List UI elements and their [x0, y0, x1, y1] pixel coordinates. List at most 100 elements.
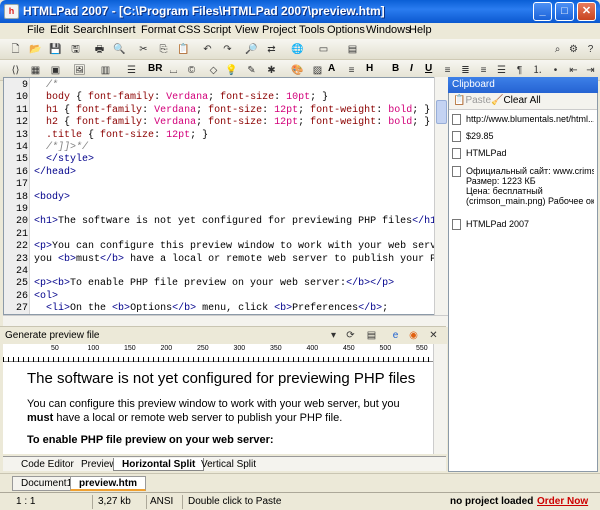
- color-icon[interactable]: 🎨: [290, 63, 305, 78]
- menu-file[interactable]: File: [24, 24, 48, 36]
- italic-button[interactable]: I: [410, 63, 413, 74]
- code-line[interactable]: /*]]>*/: [34, 142, 88, 154]
- bulb-icon[interactable]: 💡: [224, 63, 239, 78]
- save-icon[interactable]: 💾: [48, 42, 63, 57]
- pilcrow-icon[interactable]: ¶: [512, 63, 527, 78]
- menu-format[interactable]: Format: [138, 24, 179, 36]
- code-line[interactable]: h2 { font-family: Verdana; font-size: 12…: [34, 117, 430, 129]
- copyright-icon[interactable]: ©: [184, 63, 199, 78]
- zoom-icon[interactable]: ⌕: [550, 42, 565, 57]
- find-icon[interactable]: 🔎: [244, 42, 259, 57]
- preview-mode-label[interactable]: Generate preview file: [5, 330, 100, 341]
- preview-pane[interactable]: The software is not yet configured for p…: [3, 362, 433, 454]
- menu-script[interactable]: Script: [200, 24, 234, 36]
- code-line[interactable]: body { font-family: Verdana; font-size: …: [34, 92, 328, 104]
- menu-edit[interactable]: Edit: [47, 24, 72, 36]
- list-icon[interactable]: ☰: [124, 63, 139, 78]
- cut-icon[interactable]: ✂: [136, 42, 151, 57]
- save-all-icon[interactable]: 🖫: [68, 42, 83, 57]
- br-button[interactable]: BR: [148, 63, 162, 74]
- refresh-icon[interactable]: ⟳: [343, 328, 358, 343]
- code-line[interactable]: .title { font-size: 12pt; }: [34, 130, 208, 142]
- print-icon[interactable]: 🖶: [92, 42, 107, 57]
- nbsp-icon[interactable]: ⌴: [166, 63, 181, 78]
- copy-icon[interactable]: ⎘: [156, 42, 171, 57]
- paragraph-icon[interactable]: ≡: [344, 63, 359, 78]
- open-folder-icon[interactable]: 📂: [28, 42, 43, 57]
- maximize-button[interactable]: □: [555, 2, 574, 21]
- editor-scroll-thumb[interactable]: [436, 100, 447, 124]
- pen-icon[interactable]: ✎: [244, 63, 259, 78]
- outdent-icon[interactable]: ⇤: [566, 63, 581, 78]
- view-tabs: Code Editor Preview Horizontal Split Ver…: [3, 456, 446, 471]
- justify-icon[interactable]: ☰: [494, 63, 509, 78]
- code-editor[interactable]: 9 /* 10 body { font-family: Verdana; font…: [3, 77, 435, 315]
- code-line[interactable]: h1 { font-family: Verdana; font-size: 12…: [34, 105, 430, 117]
- clear-all-button[interactable]: 🧹Clear All: [491, 95, 541, 106]
- menu-insert[interactable]: Insert: [105, 24, 139, 36]
- tag-icon[interactable]: ⟨⟩: [8, 63, 23, 78]
- redo-icon[interactable]: ↷: [220, 42, 235, 57]
- menu-view[interactable]: View: [232, 24, 262, 36]
- title-bar[interactable]: h HTMLPad 2007 - [C:\Program Files\HTMLP…: [0, 0, 600, 23]
- window-icon[interactable]: ▭: [316, 42, 331, 57]
- code-line[interactable]: </head>: [34, 167, 76, 179]
- magic-icon[interactable]: ✱: [264, 63, 279, 78]
- firefox-icon[interactable]: ◉: [406, 328, 421, 343]
- code-line[interactable]: /*: [34, 80, 58, 92]
- align-center-icon[interactable]: ≣: [458, 63, 473, 78]
- diamond-icon[interactable]: ◇: [206, 63, 221, 78]
- paste-button[interactable]: 📋Paste: [453, 95, 491, 106]
- paste-icon[interactable]: 📋: [176, 42, 191, 57]
- code-line[interactable]: <p><b>To enable PHP file preview on your…: [34, 278, 394, 290]
- tab-preview-htm[interactable]: preview.htm: [70, 476, 146, 491]
- dropdown-chevron-icon[interactable]: ▾: [326, 328, 341, 343]
- line-number: 11: [15, 104, 28, 116]
- menu-tools[interactable]: Tools: [296, 24, 328, 36]
- tab-code-editor[interactable]: Code Editor: [13, 458, 82, 471]
- print-preview-icon[interactable]: 🔍: [112, 42, 127, 57]
- clipboard-item-text: HTMLPad 2007: [466, 219, 530, 229]
- browser-icon[interactable]: 🌐: [290, 42, 305, 57]
- order-now-link[interactable]: Order Now: [537, 496, 588, 507]
- text-color-icon[interactable]: ▨: [310, 63, 325, 78]
- menu-options[interactable]: Options: [324, 24, 368, 36]
- align-button[interactable]: A: [328, 63, 335, 74]
- code-line[interactable]: <li>On the <b>Options</b> menu, click <b…: [34, 303, 388, 314]
- underline-button[interactable]: U: [425, 63, 432, 74]
- bold-button[interactable]: B: [392, 63, 399, 74]
- ordered-list-icon[interactable]: ⒈: [530, 63, 545, 78]
- tab-vertical-split[interactable]: Vertical Split: [193, 458, 264, 471]
- preview-scrollbar[interactable]: [433, 344, 447, 454]
- code-line[interactable]: <h1>The software is not yet configured f…: [34, 216, 434, 228]
- help-icon[interactable]: ?: [583, 42, 598, 57]
- code-line[interactable]: <body>: [34, 192, 70, 204]
- status-separator: [182, 495, 183, 509]
- table-icon[interactable]: ▦: [28, 63, 43, 78]
- align-left-icon[interactable]: ≡: [440, 63, 455, 78]
- form-icon[interactable]: ▣: [48, 63, 63, 78]
- close-preview-icon[interactable]: ✕: [426, 328, 441, 343]
- minimize-button[interactable]: _: [533, 2, 552, 21]
- menu-project[interactable]: Project: [259, 24, 299, 36]
- code-line[interactable]: </style>: [34, 154, 94, 166]
- preview-options-icon[interactable]: ▤: [364, 328, 379, 343]
- unordered-list-icon[interactable]: •: [548, 63, 563, 78]
- code-line[interactable]: you <b>must</b> have a local or remote w…: [34, 254, 434, 266]
- indent-icon[interactable]: ⇥: [583, 63, 598, 78]
- tab-horizontal-split[interactable]: Horizontal Split: [113, 458, 205, 471]
- new-file-icon[interactable]: 🗋: [8, 42, 23, 57]
- align-right-icon[interactable]: ≡: [476, 63, 491, 78]
- code-line[interactable]: <ol>: [34, 291, 58, 303]
- frame-icon[interactable]: ▥: [98, 63, 113, 78]
- ie-browser-icon[interactable]: e: [388, 328, 403, 343]
- settings-icon[interactable]: ⚙: [566, 42, 581, 57]
- code-line[interactable]: <p>You can configure this preview window…: [34, 241, 434, 253]
- replace-icon[interactable]: ⇄: [264, 42, 279, 57]
- menu-help[interactable]: Help: [406, 24, 435, 36]
- undo-icon[interactable]: ↶: [200, 42, 215, 57]
- layout-icon[interactable]: ▤: [345, 42, 360, 57]
- image-icon[interactable]: 🖼: [72, 63, 87, 78]
- heading-button[interactable]: H: [366, 63, 373, 74]
- close-button[interactable]: ✕: [577, 2, 596, 21]
